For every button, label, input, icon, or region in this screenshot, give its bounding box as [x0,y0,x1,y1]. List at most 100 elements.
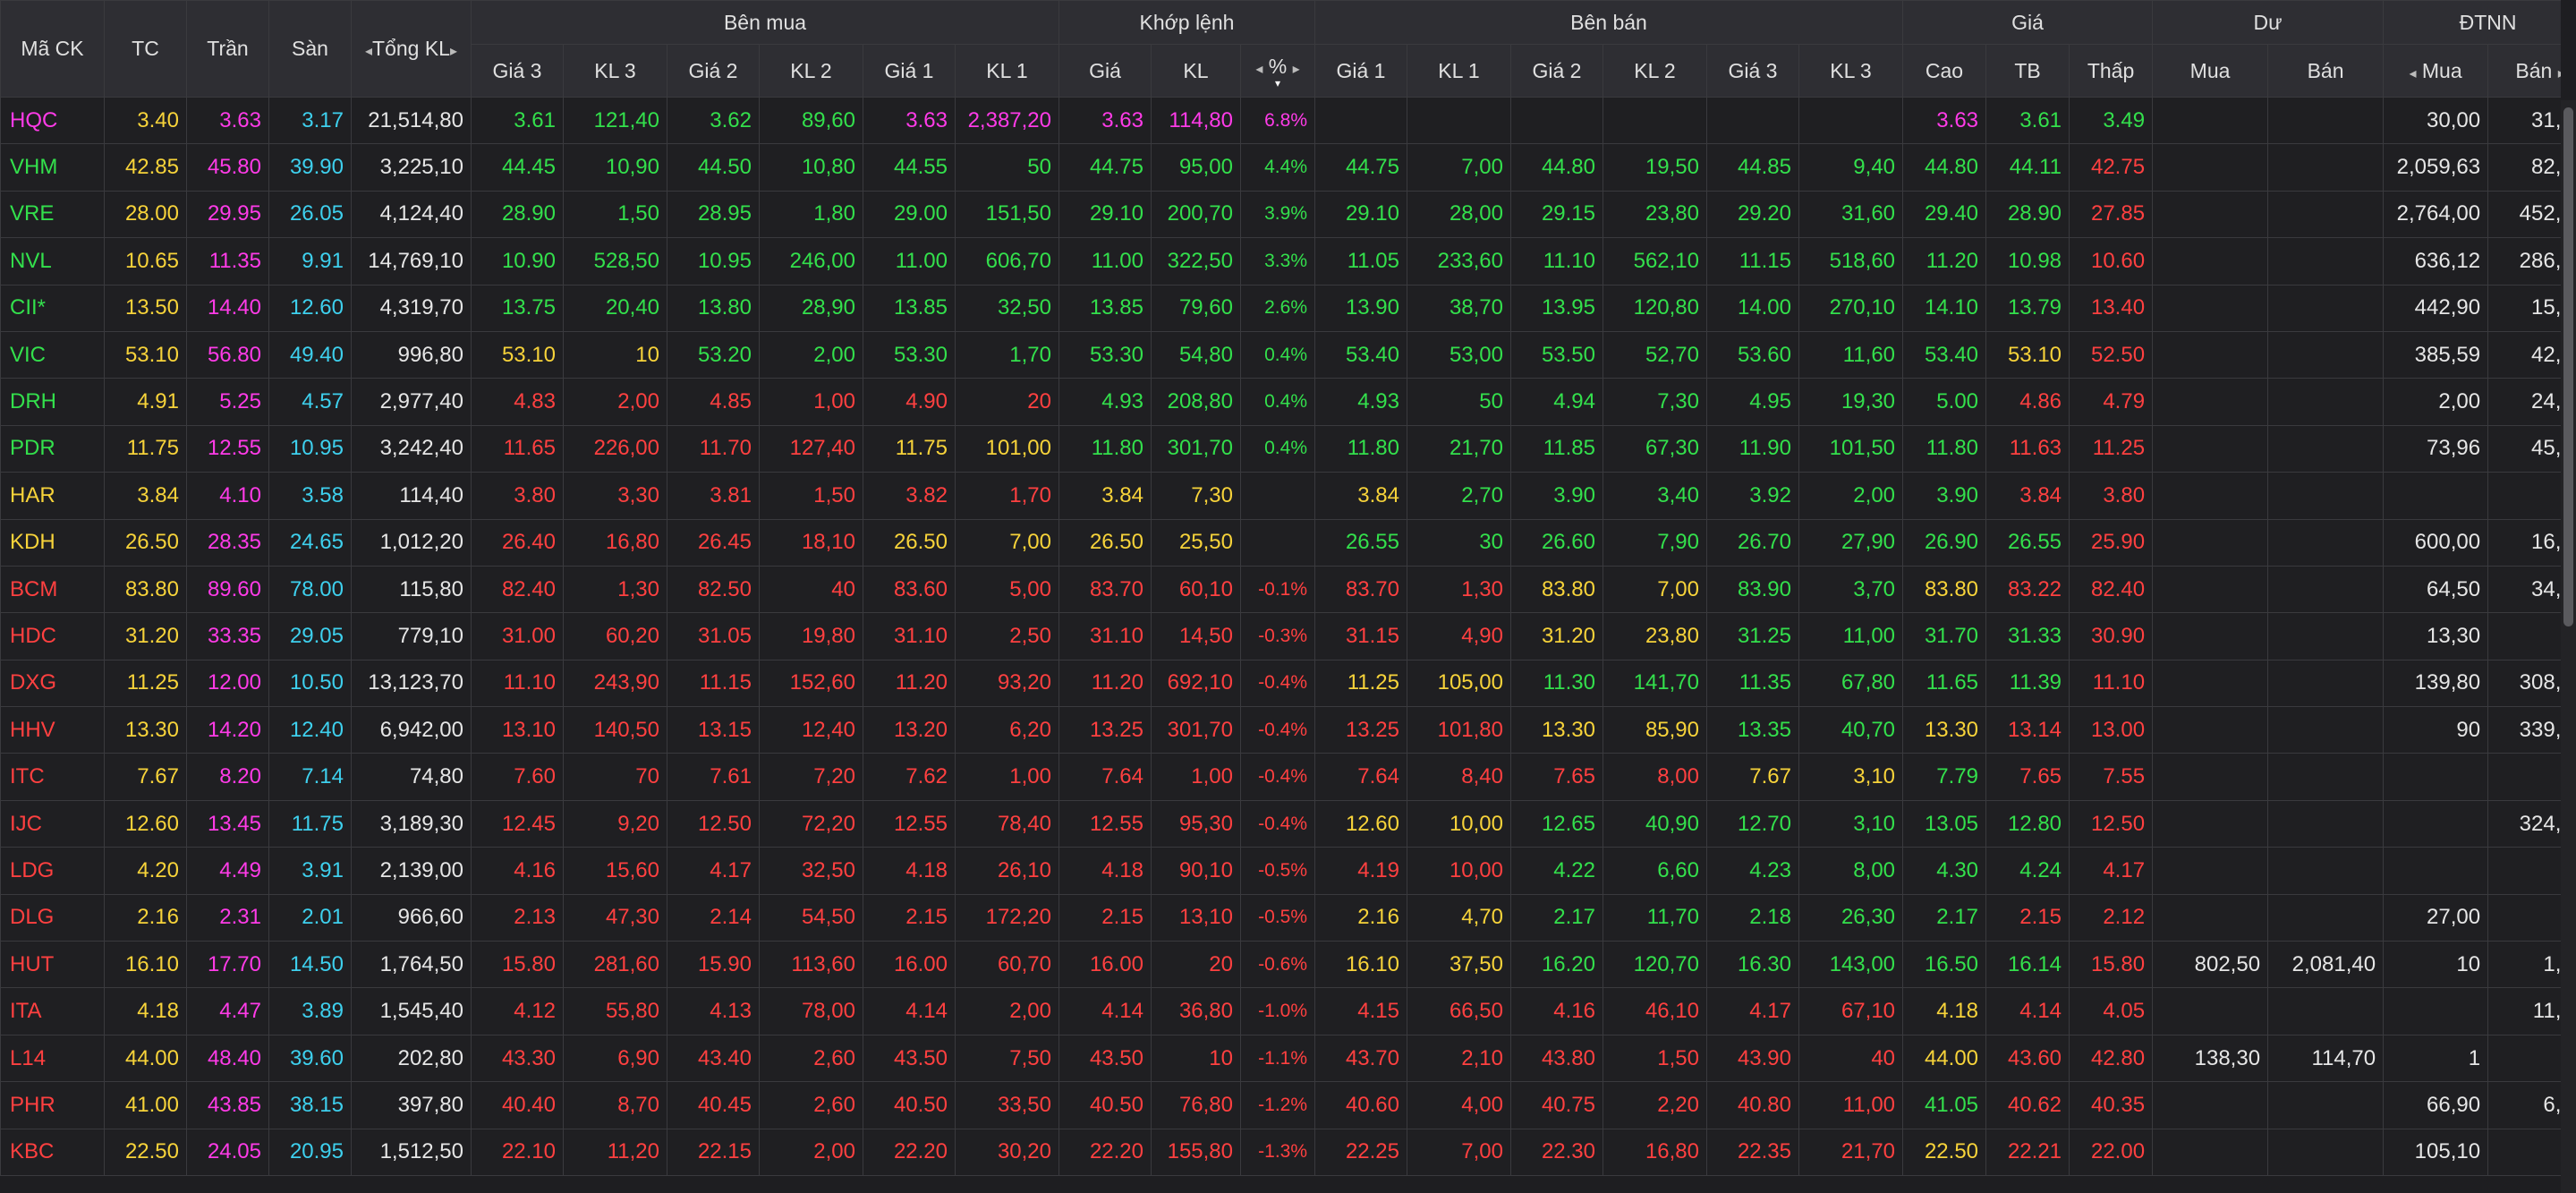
sort-desc-icon: ▾ [1274,76,1281,89]
col-mua-kl1[interactable]: KL 1 [955,44,1059,98]
col-ban-gia1[interactable]: Giá 1 [1314,44,1407,98]
col-khop-pct[interactable]: ◂ % ▸ ▾ [1240,44,1315,98]
col-khop-gia[interactable]: Giá [1058,44,1152,98]
arrow-right-icon[interactable]: ▸ [450,44,457,59]
cell-symbol[interactable]: DLG [0,893,105,942]
table-row[interactable]: NVL 10.65 11.35 9.91 14,769,10 10.90 528,50 10.… [0,237,2561,285]
arrow-left-icon[interactable]: ◂ [365,44,372,59]
cell-symbol[interactable]: PHR [0,1081,105,1129]
table-row[interactable]: DLG 2.16 2.31 2.01 966,60 2.13 47,30 2.14 54,50 2… [0,893,2561,942]
col-ban-gia2[interactable]: Giá 2 [1510,44,1603,98]
cell-ban-gia1: 11.80 [1314,424,1407,473]
col-tc[interactable]: TC [104,0,187,98]
cell-mua-kl3: 226,00 [563,424,667,473]
cell-symbol[interactable]: HAR [0,472,105,520]
col-ban-kl3[interactable]: KL 3 [1798,44,1904,98]
col-mua-gia2[interactable]: Giá 2 [667,44,760,98]
cell-symbol[interactable]: LDG [0,847,105,895]
table-row[interactable]: PDR 11.75 12.55 10.95 3,242,40 11.65 226,00 11.… [0,424,2561,473]
cell-mua-gia1: 7.62 [863,753,956,801]
col-tb[interactable]: TB [1985,44,2070,98]
cell-symbol[interactable]: CII* [0,284,105,332]
cell-mua-gia3: 26.40 [471,518,564,567]
cell-symbol[interactable]: PDR [0,424,105,473]
table-row[interactable]: BCM 83.80 89.60 78.00 115,80 82.40 1,30 82.50 40… [0,565,2561,614]
col-mua-gia3[interactable]: Giá 3 [471,44,564,98]
col-du-mua[interactable]: Mua [2152,44,2269,98]
table-row[interactable]: HHV 13.30 14.20 12.40 6,942,00 13.10 140,50 13.… [0,706,2561,754]
col-khop-kl[interactable]: KL [1151,44,1241,98]
cell-symbol[interactable]: DRH [0,378,105,426]
cell-symbol[interactable]: L14 [0,1034,105,1083]
cell-mua-kl2: 2,60 [759,1034,863,1083]
table-row[interactable]: HQC 3.40 3.63 3.17 21,514,80 3.61 121,40 3.62 89… [0,96,2561,145]
cell-tong-kl: 3,189,30 [351,799,472,848]
cell-symbol[interactable]: KBC [0,1128,105,1176]
cell-symbol[interactable]: VIC [0,330,105,379]
col-nn-ban[interactable]: Bán ▸ [2487,44,2561,98]
col-ban-gia3[interactable]: Giá 3 [1706,44,1799,98]
arrow-right-icon[interactable]: ▸ [1293,62,1300,77]
table-row[interactable]: HAR 3.84 4.10 3.58 114,40 3.80 3,30 3.81 1,50 3.8… [0,472,2561,520]
col-cao[interactable]: Cao [1902,44,1987,98]
table-row[interactable]: IJC 12.60 13.45 11.75 3,189,30 12.45 9,20 12.50… [0,799,2561,848]
table-row[interactable]: KDH 26.50 28.35 24.65 1,012,20 26.40 16,80 26.4… [0,518,2561,567]
table-row[interactable]: PHR 41.00 43.85 38.15 397,80 40.40 8,70 40.45 2,… [0,1081,2561,1129]
cell-symbol[interactable]: VRE [0,190,105,239]
cell-symbol[interactable]: HUT [0,941,105,989]
col-du-ban[interactable]: Bán [2267,44,2385,98]
arrow-right-icon[interactable]: ▸ [2558,66,2561,81]
col-tran[interactable]: Trần [186,0,269,98]
col-symbol[interactable]: Mã CK [0,0,105,98]
cell-symbol[interactable]: IJC [0,799,105,848]
table-row[interactable]: VIC 53.10 56.80 49.40 996,80 53.10 10 53.20 2,00… [0,330,2561,379]
col-nn-mua-label: Mua [2421,58,2462,82]
cell-symbol[interactable]: VHM [0,143,105,192]
col-ban-kl1[interactable]: KL 1 [1407,44,1511,98]
col-nn-mua[interactable]: ◂ Mua [2383,44,2489,98]
cell-nn-mua: 64,50 [2383,565,2489,614]
cell-khop-pct: -1.0% [1240,987,1315,1035]
table-row[interactable]: VHM 42.85 45.80 39.90 3,225,10 44.45 10,90 44.5… [0,143,2561,192]
cell-tc: 3.84 [104,472,187,520]
table-row[interactable]: HUT 16.10 17.70 14.50 1,764,50 15.80 281,60 15.… [0,941,2561,989]
table-row[interactable]: LDG 4.20 4.49 3.91 2,139,00 4.16 15,60 4.17 32,5… [0,847,2561,895]
table-row[interactable]: L14 44.00 48.40 39.60 202,80 43.30 6,90 43.40 2,… [0,1034,2561,1083]
table-row[interactable]: KBC 22.50 24.05 20.95 1,512,50 22.10 11,20 22.1… [0,1128,2561,1176]
cell-ban-kl1: 233,60 [1407,237,1511,285]
col-ban-kl2[interactable]: KL 2 [1603,44,1707,98]
cell-symbol[interactable]: DXG [0,659,105,708]
col-mua-kl3[interactable]: KL 3 [563,44,667,98]
arrow-left-icon[interactable]: ◂ [1255,62,1262,77]
col-mua-gia1[interactable]: Giá 1 [863,44,956,98]
cell-symbol[interactable]: ITC [0,753,105,801]
cell-symbol[interactable]: HDC [0,612,105,660]
table-row[interactable]: HDC 31.20 33.35 29.05 779,10 31.00 60,20 31.05 1… [0,612,2561,660]
table-row[interactable]: CII* 13.50 14.40 12.60 4,319,70 13.75 20,40 13.… [0,284,2561,332]
col-tong-kl[interactable]: ◂Tổng KL▸ [351,0,472,98]
cell-symbol[interactable]: HQC [0,96,105,145]
col-san[interactable]: Sàn [268,0,352,98]
scrollbar-thumb[interactable] [2563,107,2573,626]
cell-symbol[interactable]: KDH [0,518,105,567]
cell-thap: 7.55 [2069,753,2154,801]
table-row[interactable]: VRE 28.00 29.95 26.05 4,124,40 28.90 1,50 28.95… [0,190,2561,239]
cell-symbol[interactable]: NVL [0,237,105,285]
cell-symbol[interactable]: BCM [0,565,105,614]
cell-ban-kl3: 2,00 [1798,472,1904,520]
cell-ban-gia3: 12.70 [1706,799,1799,848]
table-row[interactable]: DXG 11.25 12.00 10.50 13,123,70 11.10 243,90 11… [0,659,2561,708]
cell-symbol[interactable]: HHV [0,706,105,754]
cell-mua-kl1: 30,20 [955,1128,1059,1176]
arrow-left-icon[interactable]: ◂ [2409,66,2416,81]
table-row[interactable]: DRH 4.91 5.25 4.57 2,977,40 4.83 2,00 4.85 1,00 4… [0,378,2561,426]
cell-tong-kl: 779,10 [351,612,472,660]
cell-symbol[interactable]: ITA [0,987,105,1035]
cell-khop-gia: 4.14 [1058,987,1152,1035]
vertical-scrollbar[interactable] [2561,100,2576,1193]
table-row[interactable]: ITC 7.67 8.20 7.14 74,80 7.60 70 7.61 7,20 7.62 1,… [0,753,2561,801]
table-row[interactable]: ITA 4.18 4.47 3.89 1,545,40 4.12 55,80 4.13 78,0… [0,987,2561,1035]
col-thap[interactable]: Thấp [2069,44,2154,98]
col-mua-kl2[interactable]: KL 2 [759,44,863,98]
cell-mua-kl3: 20,40 [563,284,667,332]
